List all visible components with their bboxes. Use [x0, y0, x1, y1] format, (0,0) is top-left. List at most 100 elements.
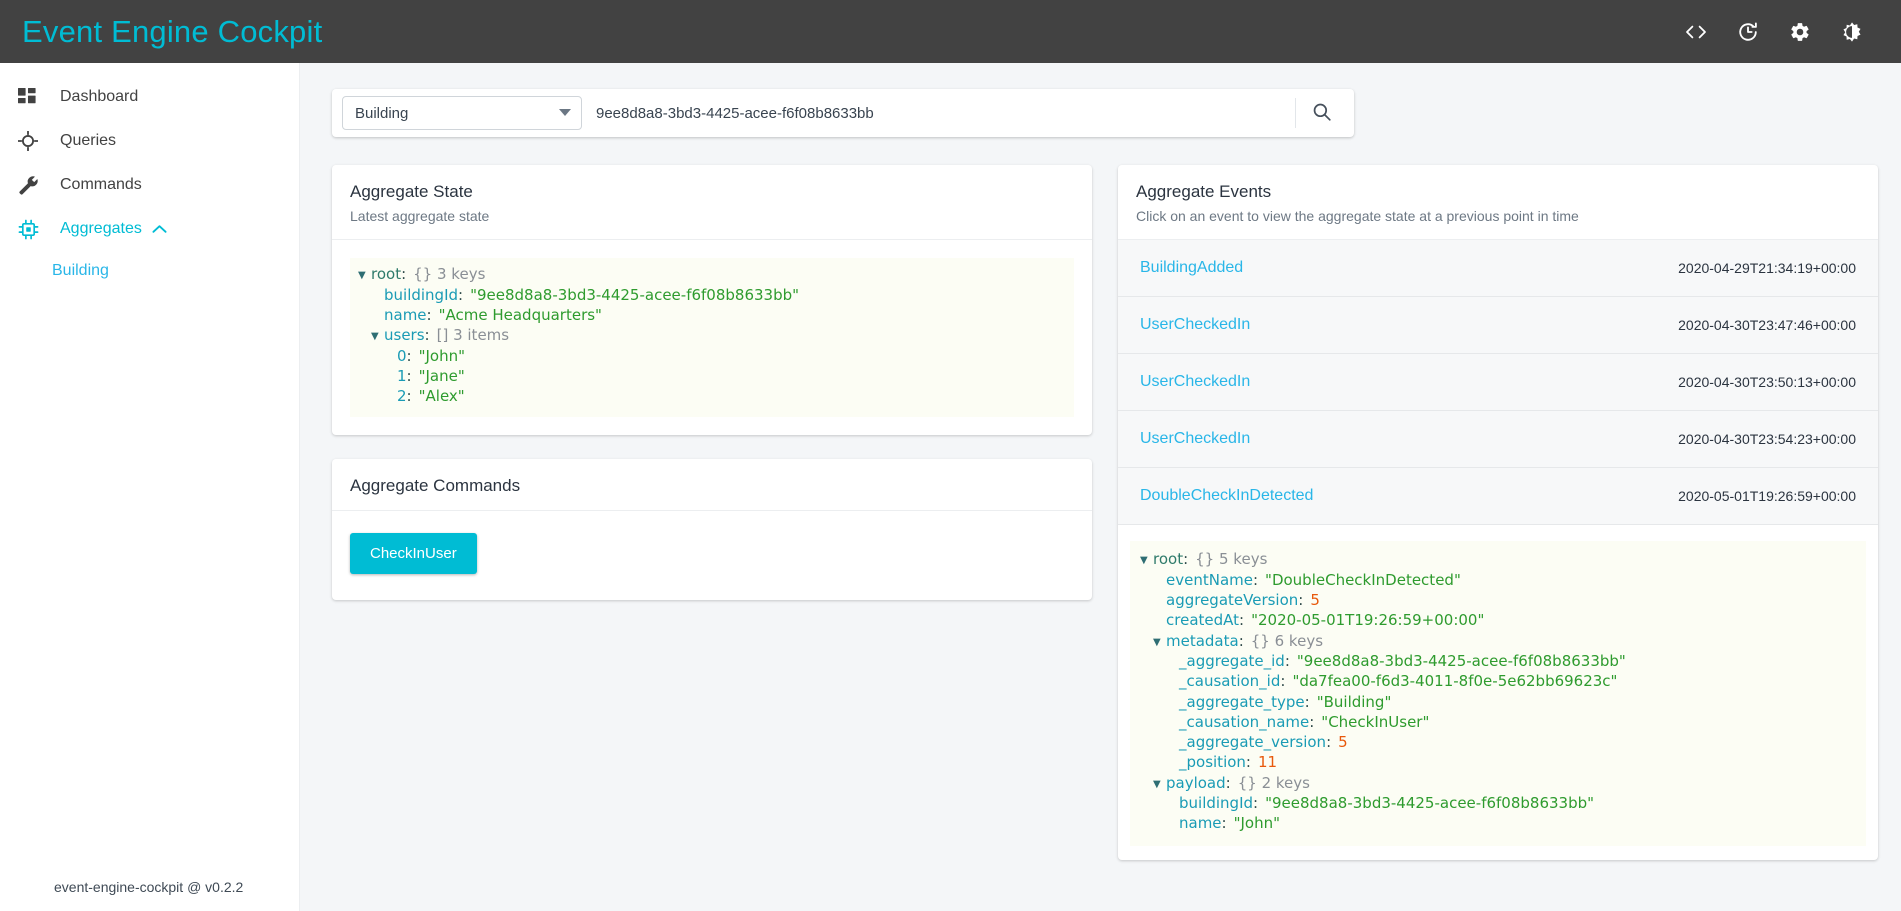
- json-key: 2: [397, 387, 407, 406]
- json-value: "9ee8d8a8-3bd3-4425-acee-f6f08b8633bb": [1296, 651, 1626, 670]
- event-row[interactable]: BuildingAdded 2020-04-29T21:34:19+00:00: [1118, 240, 1878, 298]
- json-tree-row: aggregateVersion:5: [1140, 590, 1856, 610]
- event-row[interactable]: UserCheckedIn 2020-04-30T23:50:13+00:00: [1118, 354, 1878, 412]
- json-value: "CheckInUser": [1321, 712, 1430, 731]
- json-meta: [] 3 items: [436, 326, 510, 345]
- aggregate-events-card: Aggregate Events Click on an event to vi…: [1118, 165, 1878, 860]
- json-tree-row: _aggregate_version:5: [1140, 732, 1856, 752]
- json-key: _aggregate_version: [1179, 733, 1327, 752]
- json-tree-row: _causation_id: "da7fea00-f6d3-4011-8f0e-5…: [1140, 671, 1856, 691]
- json-value: "9ee8d8a8-3bd3-4425-acee-f6f08b8633bb": [470, 285, 800, 304]
- json-key: eventName: [1166, 570, 1253, 589]
- right-column: Aggregate Events Click on an event to vi…: [1118, 165, 1878, 860]
- gear-icon[interactable]: [1787, 19, 1813, 45]
- page-title: Event Engine Cockpit: [22, 14, 323, 49]
- json-tree-row: 0: "John": [358, 346, 1066, 366]
- event-name-link[interactable]: DoubleCheckInDetected: [1140, 487, 1313, 505]
- json-value: "Building": [1316, 692, 1392, 711]
- target-crosshair-icon: [18, 129, 46, 153]
- event-row[interactable]: DoubleCheckInDetected 2020-05-01T19:26:59…: [1118, 468, 1878, 526]
- sidebar-subitem-building[interactable]: Building: [0, 251, 299, 291]
- json-colon: :: [424, 326, 430, 345]
- json-tree-row[interactable]: ▼ root: {} 5 keys: [1140, 549, 1856, 569]
- json-colon: :: [1239, 611, 1245, 630]
- json-colon: :: [426, 306, 432, 325]
- json-tree-row: buildingId: "9ee8d8a8-3bd3-4425-acee-f6f0…: [1140, 793, 1856, 813]
- sidebar-item-dashboard[interactable]: Dashboard: [0, 75, 299, 119]
- json-value: "Alex": [418, 387, 465, 406]
- tree-collapse-arrow-icon[interactable]: ▼: [1153, 637, 1166, 648]
- event-timestamp: 2020-04-29T21:34:19+00:00: [1678, 260, 1856, 277]
- aggregate-state-body: ▼ root:{} 3 keys buildingId: "9ee8d8a8-3bd3…: [332, 240, 1092, 434]
- event-name-link[interactable]: BuildingAdded: [1140, 259, 1243, 277]
- aggregate-events-subtitle: Click on an event to view the aggregate …: [1136, 208, 1579, 225]
- aggregate-commands-header: Aggregate Commands: [332, 459, 1092, 511]
- json-tree-row[interactable]: ▼ users: [] 3 items: [358, 325, 1066, 345]
- aggregate-state-header: Aggregate State Latest aggregate state: [332, 165, 1092, 241]
- search-input[interactable]: [582, 104, 1295, 122]
- json-meta: {} 5 keys: [1195, 550, 1268, 569]
- event-timestamp: 2020-04-30T23:47:46+00:00: [1678, 317, 1856, 334]
- chevron-up-icon[interactable]: [152, 224, 167, 234]
- sidebar-item-aggregates[interactable]: Aggregates: [0, 207, 299, 251]
- event-row[interactable]: UserCheckedIn 2020-04-30T23:54:23+00:00: [1118, 411, 1878, 469]
- json-colon: :: [1280, 672, 1286, 691]
- json-tree-row[interactable]: ▼ payload: {} 2 keys: [1140, 773, 1856, 793]
- json-key: _aggregate_type: [1179, 692, 1305, 711]
- tree-collapse-arrow-icon[interactable]: ▼: [1140, 556, 1153, 566]
- json-value: 5: [1338, 733, 1348, 752]
- json-key: _causation_name: [1179, 712, 1310, 731]
- sidebar-item-queries[interactable]: Queries: [0, 119, 299, 163]
- sidebar-item-commands[interactable]: Commands: [0, 163, 299, 207]
- json-tree-row: buildingId: "9ee8d8a8-3bd3-4425-acee-f6f0…: [358, 285, 1066, 305]
- left-column: Aggregate State Latest aggregate state ▼…: [332, 165, 1092, 600]
- json-key: name: [1179, 814, 1222, 833]
- history-clock-icon[interactable]: [1735, 19, 1761, 45]
- aggregate-commands-card: Aggregate Commands CheckInUser: [332, 458, 1092, 600]
- json-key: payload: [1166, 773, 1226, 792]
- json-key: buildingId: [384, 285, 459, 304]
- event-name-link[interactable]: UserCheckedIn: [1140, 430, 1250, 448]
- json-tree-row[interactable]: ▼ metadata: {} 6 keys: [1140, 631, 1856, 651]
- code-icon[interactable]: [1683, 19, 1709, 45]
- json-key: _aggregate_id: [1179, 651, 1285, 670]
- json-meta: {} 6 keys: [1250, 631, 1324, 650]
- json-colon: :: [406, 346, 412, 365]
- json-colon: :: [1326, 733, 1332, 752]
- json-value: "da7fea00-f6d3-4011-8f0e-5e62bb69623c": [1292, 672, 1618, 691]
- tree-collapse-arrow-icon[interactable]: ▼: [358, 271, 371, 281]
- json-value: 5: [1310, 591, 1320, 610]
- json-value: "John": [1233, 814, 1281, 833]
- event-name-link[interactable]: UserCheckedIn: [1140, 316, 1250, 334]
- json-meta: {} 2 keys: [1237, 773, 1310, 792]
- brightness-toggle-icon[interactable]: [1839, 19, 1865, 45]
- aggregate-events-title: Aggregate Events: [1136, 182, 1272, 201]
- checkinuser-command-button[interactable]: CheckInUser: [350, 532, 477, 574]
- sidebar: Dashboard Queries Commands Aggregates Bu…: [0, 63, 300, 911]
- aggregate-type-select[interactable]: Building: [342, 96, 582, 130]
- json-value: "2020-05-01T19:26:59+00:00": [1251, 611, 1485, 630]
- aggregate-commands-title: Aggregate Commands: [350, 475, 521, 495]
- json-key: root: [371, 265, 402, 284]
- json-colon: :: [1225, 773, 1231, 792]
- json-key: aggregateVersion: [1166, 591, 1299, 610]
- tree-collapse-arrow-icon[interactable]: ▼: [1153, 779, 1166, 790]
- dashboard-grid-icon: [18, 85, 46, 109]
- top-bar: Event Engine Cockpit: [0, 0, 1901, 63]
- app-root: Event Engine Cockpit Dashboard Queries C…: [0, 0, 1901, 911]
- json-tree-row: createdAt: "2020-05-01T19:26:59+00:00": [1140, 610, 1856, 630]
- json-tree-row[interactable]: ▼ root: {} 3 keys: [358, 264, 1066, 284]
- event-name-link[interactable]: UserCheckedIn: [1140, 373, 1250, 391]
- aggregate-type-value: Building: [355, 104, 409, 122]
- app-version-footer: event-engine-cockpit @ v0.2.2: [54, 879, 244, 895]
- tree-collapse-arrow-icon[interactable]: ▼: [371, 332, 384, 342]
- chevron-down-icon: [559, 109, 571, 117]
- event-detail-json-tree: ▼ root:{} 5 keys eventName: "DoubleCheckInD…: [1130, 541, 1866, 846]
- aggregate-state-title: Aggregate State: [350, 182, 473, 201]
- json-key: createdAt: [1166, 611, 1240, 630]
- event-timestamp: 2020-04-30T23:54:23+00:00: [1678, 431, 1856, 448]
- json-key: buildingId: [1179, 794, 1254, 812]
- event-row[interactable]: UserCheckedIn 2020-04-30T23:47:46+00:00: [1118, 297, 1878, 355]
- search-button[interactable]: [1296, 91, 1348, 135]
- aggregate-state-card: Aggregate State Latest aggregate state ▼…: [332, 165, 1092, 435]
